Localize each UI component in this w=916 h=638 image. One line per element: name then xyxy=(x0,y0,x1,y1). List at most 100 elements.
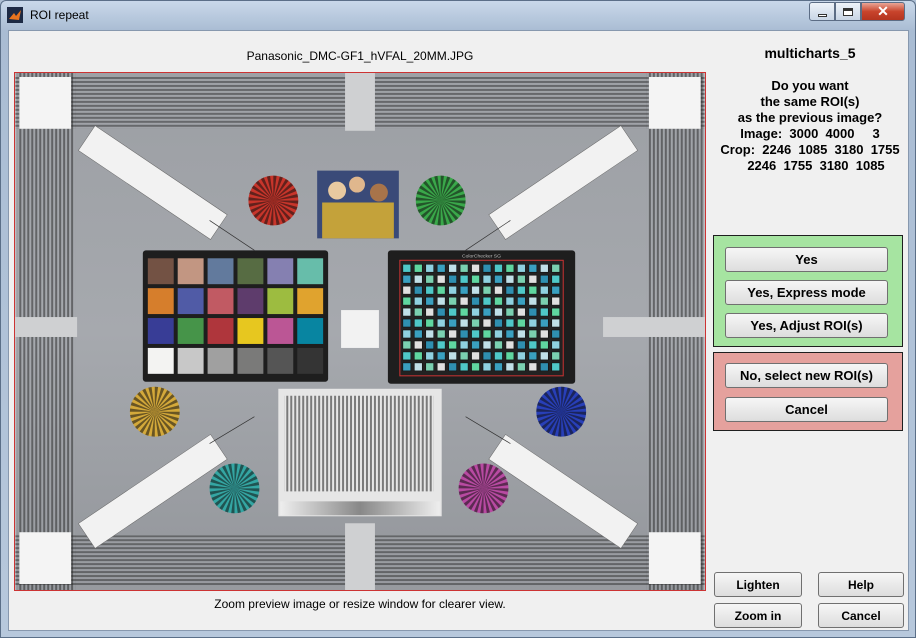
sg-patch xyxy=(413,296,423,306)
sg-patch xyxy=(459,362,469,372)
sg-patch xyxy=(413,307,423,317)
gray-step-wedge xyxy=(280,501,440,516)
sg-patch xyxy=(505,329,515,339)
sg-patch xyxy=(425,274,435,284)
new-roi-button[interactable]: No, select new ROI(s) xyxy=(725,363,888,388)
sg-patch xyxy=(402,263,412,273)
sg-patch xyxy=(540,307,549,317)
color-patch xyxy=(237,347,264,374)
yes-express-button[interactable]: Yes, Express mode xyxy=(725,280,888,305)
color-patch xyxy=(237,258,264,285)
portrait-face-center xyxy=(349,176,365,193)
color-patch xyxy=(147,318,174,344)
reject-panel: No, select new ROI(s) Cancel xyxy=(713,352,903,431)
sg-patch xyxy=(494,340,503,350)
sg-patch xyxy=(517,362,526,372)
sg-patch xyxy=(413,351,423,361)
sg-patch xyxy=(517,285,526,295)
sg-patch xyxy=(482,351,492,361)
cancel-top-button[interactable]: Cancel xyxy=(725,397,888,422)
sg-patch xyxy=(436,329,446,339)
sg-patch xyxy=(551,285,561,295)
sg-patch xyxy=(425,285,435,295)
color-patch xyxy=(267,347,294,374)
zoom-in-button[interactable]: Zoom in xyxy=(714,603,802,628)
sg-patch xyxy=(482,329,492,339)
crop-info-2: 2246 1755 3180 1085 xyxy=(747,158,885,173)
colorchecker-24 xyxy=(142,250,329,382)
sg-patch xyxy=(517,329,526,339)
sg-patch xyxy=(517,296,526,306)
color-patch xyxy=(207,258,234,285)
resolution-bars xyxy=(284,395,434,492)
color-patch xyxy=(237,318,264,344)
color-patch xyxy=(297,288,324,315)
sg-patch xyxy=(482,274,492,284)
sg-patch xyxy=(551,296,561,306)
sg-patch xyxy=(413,318,423,328)
sg-patch xyxy=(459,340,469,350)
sg-patch xyxy=(540,263,549,273)
sg-patch xyxy=(517,318,526,328)
sg-patch xyxy=(471,340,480,350)
color-patch xyxy=(207,318,234,344)
color-patch xyxy=(207,347,234,374)
minimize-button[interactable] xyxy=(809,2,835,21)
maximize-icon xyxy=(843,7,853,16)
color-patch xyxy=(297,347,324,374)
sg-patch xyxy=(459,263,469,273)
sg-patch xyxy=(517,351,526,361)
test-chart-preview[interactable]: ColorChecker SG xyxy=(14,72,706,591)
sg-patch xyxy=(471,362,480,372)
sg-patch xyxy=(517,263,526,273)
sg-patch xyxy=(551,340,561,350)
sg-patch xyxy=(413,285,423,295)
sg-patch xyxy=(459,351,469,361)
sg-patch xyxy=(436,296,446,306)
center-mark-right xyxy=(603,317,705,337)
sg-patch xyxy=(459,307,469,317)
matlab-icon xyxy=(7,7,23,23)
sg-patch xyxy=(471,329,480,339)
sg-patch xyxy=(540,329,549,339)
sg-patch xyxy=(448,362,457,372)
sg-patch xyxy=(494,285,503,295)
sg-patch xyxy=(402,296,412,306)
yes-button[interactable]: Yes xyxy=(725,247,888,272)
sg-patch xyxy=(471,274,480,284)
color-patch xyxy=(297,258,324,285)
color-patch xyxy=(177,288,204,315)
sg-patch xyxy=(540,296,549,306)
sg-patch xyxy=(528,285,538,295)
sg-patch xyxy=(448,296,457,306)
sg-patch xyxy=(402,340,412,350)
sg-patch xyxy=(528,340,538,350)
close-icon: ✕ xyxy=(877,3,889,19)
sg-patch xyxy=(551,263,561,273)
cancel-button[interactable]: Cancel xyxy=(818,603,904,628)
center-mark-top xyxy=(345,73,375,131)
sg-patch xyxy=(517,340,526,350)
sg-patch xyxy=(436,274,446,284)
sg-patch xyxy=(494,318,503,328)
sg-patch xyxy=(494,296,503,306)
color-patch xyxy=(207,288,234,315)
sg-patch xyxy=(528,274,538,284)
sg-patch xyxy=(482,285,492,295)
sg-patch xyxy=(494,329,503,339)
sg-patch xyxy=(505,307,515,317)
lighten-button[interactable]: Lighten xyxy=(714,572,802,597)
sg-patch xyxy=(505,285,515,295)
sg-patch xyxy=(448,318,457,328)
help-button[interactable]: Help xyxy=(818,572,904,597)
title-bar[interactable]: ROI repeat ✕ xyxy=(1,1,915,29)
close-button[interactable]: ✕ xyxy=(861,2,905,21)
maximize-button[interactable] xyxy=(835,2,861,21)
minimize-icon xyxy=(817,14,827,17)
sg-patch xyxy=(528,296,538,306)
sg-patch xyxy=(459,296,469,306)
yes-adjust-roi-button[interactable]: Yes, Adjust ROI(s) xyxy=(725,313,888,338)
sg-patch xyxy=(471,318,480,328)
siemens-star xyxy=(458,463,509,514)
siemens-star xyxy=(209,463,260,514)
